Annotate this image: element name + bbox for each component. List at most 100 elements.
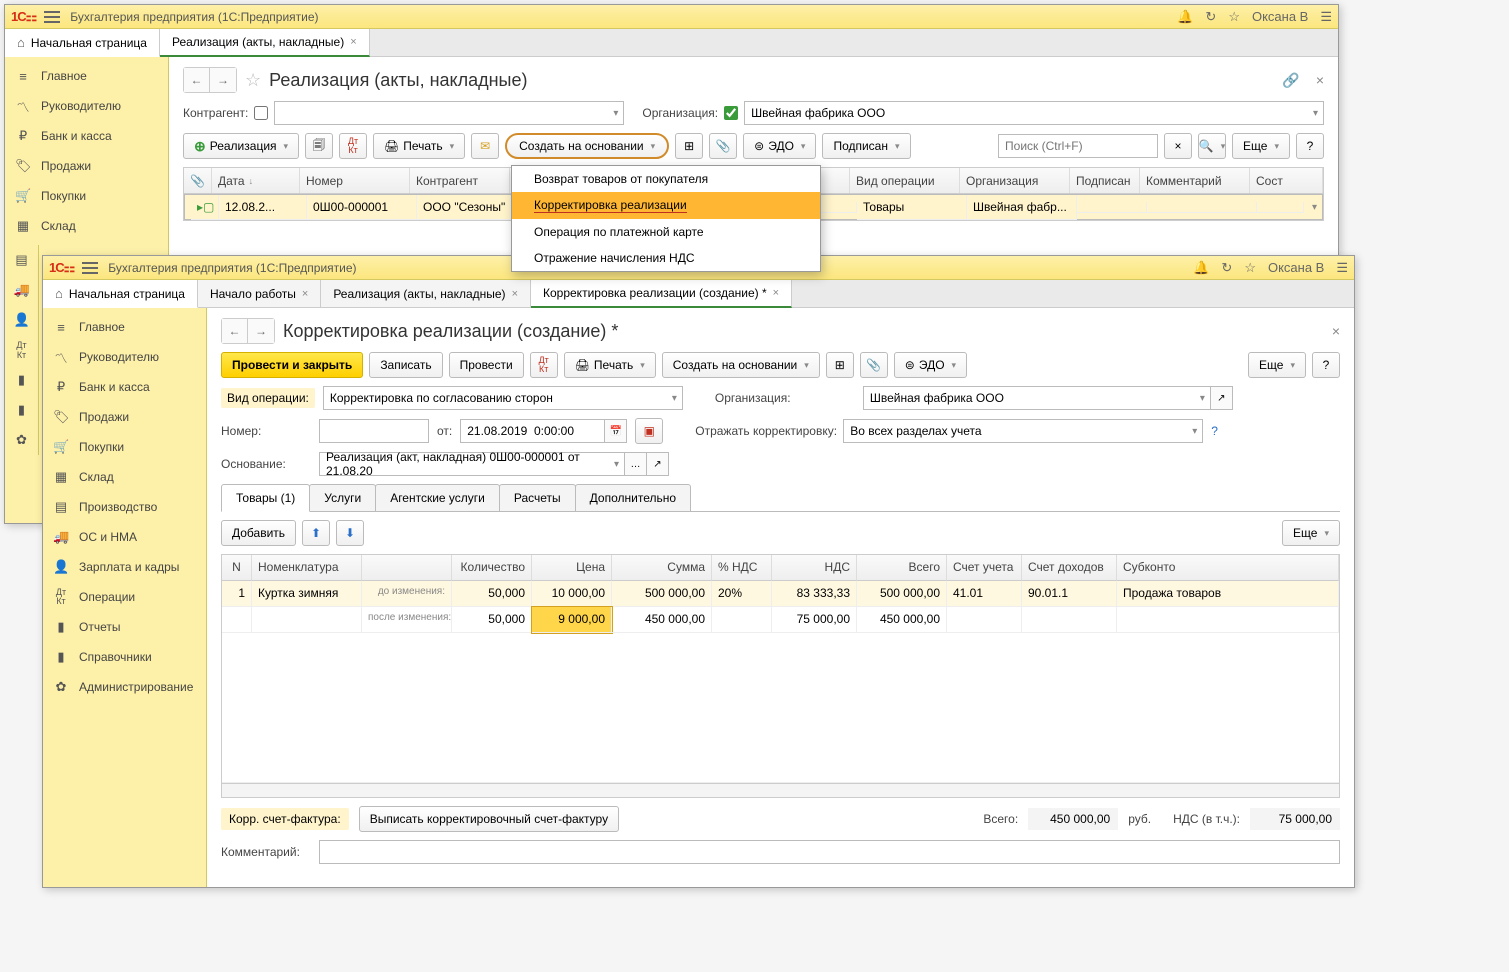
col-vat-rate[interactable]: % НДС (712, 555, 772, 581)
signed-button[interactable]: Подписан▾ (822, 133, 910, 159)
save-button[interactable]: Записать (369, 352, 442, 378)
nav-bank[interactable]: ₽Банк и касса (43, 372, 206, 402)
history-icon[interactable]: ↻ (1221, 260, 1232, 276)
help-button[interactable]: ? (1312, 352, 1340, 378)
close-page-icon[interactable]: × (1332, 323, 1340, 339)
col-attach[interactable]: 📎 (184, 168, 212, 193)
item-row-before[interactable]: 1 Куртка зимняя до изменения: 50,000 10 … (222, 581, 1339, 607)
nav-collapsed-2[interactable]: 🚚 (5, 275, 38, 305)
edo-button[interactable]: ⊜ЭДО▾ (743, 133, 816, 159)
forward-button[interactable]: → (210, 68, 236, 92)
col-sum[interactable]: Сумма (612, 555, 712, 581)
attach-button[interactable]: 📎 (709, 133, 737, 159)
col-num[interactable]: Номер (300, 168, 410, 193)
attach-button[interactable]: 📎 (860, 352, 888, 378)
nav-main[interactable]: ≡Главное (43, 312, 206, 342)
print-button[interactable]: 🖨Печать▾ (564, 352, 656, 378)
nav-warehouse[interactable]: ▦Склад (5, 211, 168, 241)
subtab-additional[interactable]: Дополнительно (575, 484, 691, 511)
hierarchy-button[interactable]: ⊞ (675, 133, 703, 159)
more-button[interactable]: Еще▾ (1248, 352, 1306, 378)
close-icon[interactable]: × (350, 36, 356, 48)
nav-collapsed-6[interactable]: ▮ (5, 395, 38, 425)
nav-bank[interactable]: ₽Банк и касса (5, 121, 168, 151)
nav-salary[interactable]: 👤Зарплата и кадры (43, 552, 206, 582)
num-input[interactable] (319, 419, 429, 443)
nav-catalogs[interactable]: ▮Справочники (43, 642, 206, 672)
nav-manager[interactable]: 〽Руководителю (43, 342, 206, 372)
post-close-button[interactable]: Провести и закрыть (221, 352, 363, 378)
close-icon[interactable]: × (512, 288, 518, 300)
more2-button[interactable]: Еще▾ (1282, 520, 1340, 546)
col-comment[interactable]: Комментарий (1140, 168, 1250, 193)
move-up-button[interactable]: ⬆ (302, 520, 330, 546)
favorite-icon[interactable]: ☆ (245, 70, 261, 91)
tab-realizations[interactable]: Реализация (акты, накладные)× (321, 280, 531, 307)
counterparty-select[interactable] (274, 101, 624, 125)
user-name[interactable]: Оксана В (1252, 9, 1308, 24)
clear-search-button[interactable]: × (1164, 133, 1192, 159)
tab-realizations[interactable]: Реализация (акты, накладные)× (160, 29, 370, 57)
basis-open-button[interactable]: ↗ (647, 452, 669, 476)
col-org[interactable]: Организация (960, 168, 1070, 193)
nav-collapsed-7[interactable]: ✿ (5, 425, 38, 455)
dtkt-button[interactable]: ДтКт (530, 352, 558, 378)
hierarchy-button[interactable]: ⊞ (826, 352, 854, 378)
date-input[interactable] (460, 419, 605, 443)
dd-vat-reflection[interactable]: Отражение начисления НДС (512, 245, 820, 271)
tab-home[interactable]: ⌂Начальная страница (5, 29, 160, 57)
subtab-goods[interactable]: Товары (1) (221, 484, 310, 512)
user-name[interactable]: Оксана В (1268, 260, 1324, 275)
tab-start[interactable]: Начало работы× (198, 280, 321, 307)
nav-operations[interactable]: ДтКтОперации (43, 582, 206, 612)
user-menu-icon[interactable]: ☰ (1320, 9, 1332, 25)
subtab-services[interactable]: Услуги (309, 484, 376, 511)
bell-icon[interactable]: 🔔 (1177, 9, 1193, 25)
nav-warehouse[interactable]: ▦Склад (43, 462, 206, 492)
org-select[interactable]: Швейная фабрика ООО (863, 386, 1211, 410)
nav-main[interactable]: ≡Главное (5, 61, 168, 91)
bell-icon[interactable]: 🔔 (1193, 260, 1209, 276)
user-menu-icon[interactable]: ☰ (1336, 260, 1348, 276)
op-type-select[interactable]: Корректировка по согласованию сторон (323, 386, 683, 410)
link-icon[interactable]: 🔗 (1282, 72, 1299, 89)
search-button[interactable]: 🔍▾ (1198, 133, 1226, 159)
nav-collapsed-1[interactable]: ▤ (5, 245, 38, 275)
main-menu-icon[interactable] (44, 11, 60, 23)
edo-button[interactable]: ⊜ЭДО▾ (894, 352, 967, 378)
add-row-button[interactable]: Добавить (221, 520, 296, 546)
forward-button[interactable]: → (248, 319, 274, 343)
tab-correction[interactable]: Корректировка реализации (создание) *× (531, 280, 792, 308)
close-icon[interactable]: × (302, 288, 308, 300)
price-after-cell[interactable]: 9 000,00 (532, 607, 612, 633)
expand-button[interactable]: ▣ (635, 418, 663, 444)
back-button[interactable]: ← (222, 319, 248, 343)
org-open-button[interactable]: ↗ (1211, 386, 1233, 410)
comment-input[interactable] (319, 840, 1340, 864)
close-page-icon[interactable]: × (1316, 72, 1324, 88)
nav-sales[interactable]: 🏷Продажи (43, 402, 206, 432)
h-scrollbar[interactable] (222, 783, 1339, 797)
basis-ellipsis-button[interactable]: … (625, 452, 647, 476)
copy-button[interactable]: 🗐 (305, 133, 333, 159)
counterparty-toggle[interactable] (254, 106, 268, 120)
dd-return-goods[interactable]: Возврат товаров от покупателя (512, 166, 820, 192)
nav-collapsed-4[interactable]: ДтКт (5, 335, 38, 365)
col-nomenclature[interactable]: Номенклатура (252, 555, 362, 581)
col-income-acc[interactable]: Счет доходов (1022, 555, 1117, 581)
star-icon[interactable]: ☆ (1244, 260, 1256, 276)
col-vat[interactable]: НДС (772, 555, 857, 581)
post-button[interactable]: Провести (449, 352, 524, 378)
dd-card-operation[interactable]: Операция по платежной карте (512, 219, 820, 245)
create-based-button[interactable]: Создать на основании▾ (662, 352, 820, 378)
dtkt-button[interactable]: ДтКт (339, 133, 367, 159)
print-button[interactable]: 🖨Печать▾ (373, 133, 465, 159)
main-menu-icon[interactable] (82, 262, 98, 274)
nav-purchases[interactable]: 🛒Покупки (5, 181, 168, 211)
col-total[interactable]: Всего (857, 555, 947, 581)
close-icon[interactable]: × (773, 287, 779, 299)
calendar-icon[interactable]: 📅 (605, 419, 627, 443)
back-button[interactable]: ← (184, 68, 210, 92)
nav-admin[interactable]: ✿Администрирование (43, 672, 206, 702)
col-signed[interactable]: Подписан (1070, 168, 1140, 193)
